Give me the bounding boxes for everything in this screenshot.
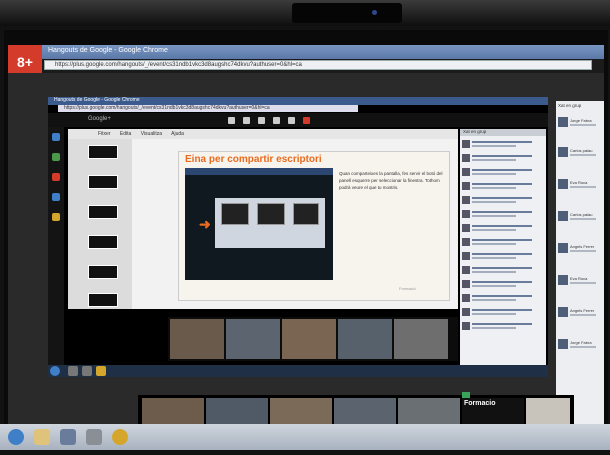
hangup-icon[interactable] bbox=[303, 117, 310, 124]
participant-video[interactable] bbox=[282, 319, 336, 359]
chat-message bbox=[462, 209, 544, 219]
slide-thumbnail[interactable] bbox=[88, 205, 118, 219]
chat-entry: Angels Ferrer bbox=[558, 241, 602, 255]
slide-body-text: Quan comparteixes la pantalla, fes servi… bbox=[339, 171, 443, 190]
hangout-brand: Google+ bbox=[88, 116, 111, 122]
chat-message bbox=[462, 251, 544, 261]
webcam-led bbox=[372, 10, 377, 15]
app-icon[interactable] bbox=[86, 429, 102, 445]
youtube-app-icon[interactable] bbox=[52, 173, 60, 181]
invite-icon[interactable] bbox=[228, 117, 235, 124]
start-button[interactable] bbox=[50, 366, 60, 376]
docs-menubar: Fitxer Edita Visualitza Ajuda bbox=[68, 129, 458, 139]
chat-entry: Carlos palau bbox=[558, 209, 602, 223]
slide-thumbnail[interactable] bbox=[88, 293, 118, 307]
drive-app-icon[interactable] bbox=[52, 193, 60, 201]
apps-sidebar bbox=[48, 127, 64, 365]
chat-message bbox=[462, 293, 544, 303]
inner-window-title: Hangouts de Google - Google Chrome bbox=[48, 97, 548, 105]
folder-icon[interactable] bbox=[82, 366, 92, 376]
chat-message bbox=[462, 279, 544, 289]
slide-thumbnails bbox=[68, 139, 132, 309]
participant-video[interactable] bbox=[394, 319, 448, 359]
screenshare-app-icon[interactable] bbox=[52, 153, 60, 161]
participant-tile-formacio[interactable]: Formacio bbox=[462, 392, 524, 425]
chat-entry: Jorge Fabra bbox=[558, 115, 602, 129]
media-icon[interactable] bbox=[60, 429, 76, 445]
participant-video-strip: Formacio ✕ bbox=[138, 392, 574, 425]
slide-thumbnail[interactable] bbox=[88, 235, 118, 249]
window-option bbox=[221, 203, 249, 225]
window-title-bar: Hangouts de Google - Google Chrome bbox=[8, 45, 604, 59]
explorer-icon[interactable] bbox=[68, 366, 78, 376]
chat-message bbox=[462, 195, 544, 205]
signal-icon[interactable] bbox=[273, 117, 280, 124]
slide-thumbnail[interactable] bbox=[88, 265, 118, 279]
participant-tile[interactable] bbox=[334, 398, 396, 425]
chat-message bbox=[462, 167, 544, 177]
menu-view[interactable]: Visualitza bbox=[141, 131, 162, 137]
slide-title: Eina per compartir escriptori bbox=[185, 154, 322, 165]
participant-tile[interactable] bbox=[142, 398, 204, 425]
chat-message bbox=[462, 307, 544, 317]
slide-thumbnail[interactable] bbox=[88, 145, 118, 159]
folder-icon[interactable] bbox=[34, 429, 50, 445]
presentation-editor: Fitxer Edita Visualitza Ajuda Eina per c… bbox=[68, 129, 458, 309]
participant-name: Formacio bbox=[464, 400, 496, 407]
participant-tile[interactable] bbox=[398, 398, 460, 425]
chat-header: Xat en grup bbox=[460, 129, 546, 136]
chat-message bbox=[462, 265, 544, 275]
current-slide: Eina per compartir escriptori ➜ Quan com… bbox=[178, 151, 450, 301]
start-button[interactable] bbox=[8, 429, 24, 445]
chat-message bbox=[462, 139, 544, 149]
menu-edit[interactable]: Edita bbox=[120, 131, 131, 137]
chat-entry: Jorge Fabra bbox=[558, 337, 602, 351]
participant-video[interactable] bbox=[170, 319, 224, 359]
chat-entry: Eva Roca bbox=[558, 177, 602, 191]
effects-app-icon[interactable] bbox=[52, 213, 60, 221]
right-chat-panel: Xat en grup Jorge Fabra Carlos palau Eva… bbox=[556, 101, 604, 425]
chrome-icon[interactable] bbox=[96, 366, 106, 376]
slide-footer: Formació bbox=[399, 286, 416, 291]
window-option bbox=[257, 203, 285, 225]
inner-address-bar[interactable]: https://plus.google.com/hangouts/_/event… bbox=[58, 105, 358, 112]
camera-icon[interactable] bbox=[258, 117, 265, 124]
self-view-tile[interactable]: ✕ bbox=[526, 398, 570, 425]
slide-thumbnail[interactable] bbox=[88, 175, 118, 189]
mic-icon[interactable] bbox=[243, 117, 250, 124]
chat-entry: Eva Roca bbox=[558, 273, 602, 287]
inner-chat-panel: Xat en grup bbox=[460, 129, 546, 365]
chat-entry: Angels Ferrer bbox=[558, 305, 602, 319]
window-option bbox=[293, 203, 319, 225]
arrow-icon: ➜ bbox=[199, 216, 211, 232]
chrome-icon[interactable] bbox=[112, 429, 128, 445]
chat-message bbox=[462, 237, 544, 247]
shared-screen: Hangouts de Google - Google Chrome https… bbox=[48, 97, 548, 365]
menu-help[interactable]: Ajuda bbox=[171, 131, 184, 137]
right-chat-header: Xat en grup bbox=[558, 103, 582, 108]
chat-message bbox=[462, 153, 544, 163]
inner-video-strip bbox=[168, 317, 458, 361]
chat-message bbox=[462, 181, 544, 191]
chat-app-icon[interactable] bbox=[52, 133, 60, 141]
participant-video[interactable] bbox=[226, 319, 280, 359]
page-content: Hangouts de Google - Google Chrome https… bbox=[8, 73, 604, 425]
slide-screenshot: ➜ bbox=[185, 168, 333, 280]
participant-tile[interactable] bbox=[270, 398, 332, 425]
settings-icon[interactable] bbox=[288, 117, 295, 124]
outer-taskbar bbox=[0, 424, 610, 450]
participant-video[interactable] bbox=[338, 319, 392, 359]
menu-file[interactable]: Fitxer bbox=[98, 131, 111, 137]
participant-tile[interactable] bbox=[206, 398, 268, 425]
chat-entry: Carlos palau bbox=[558, 145, 602, 159]
address-bar[interactable]: https://plus.google.com/hangouts/_/event… bbox=[44, 60, 592, 70]
chat-message bbox=[462, 223, 544, 233]
chat-message bbox=[462, 321, 544, 331]
inner-taskbar bbox=[48, 365, 548, 377]
monitor-screen: Hangouts de Google - Google Chrome 8+ ht… bbox=[8, 45, 604, 425]
webcam bbox=[292, 3, 402, 23]
hangout-toolbar: Google+ bbox=[48, 113, 548, 127]
screenshot-toolbar bbox=[185, 168, 333, 175]
